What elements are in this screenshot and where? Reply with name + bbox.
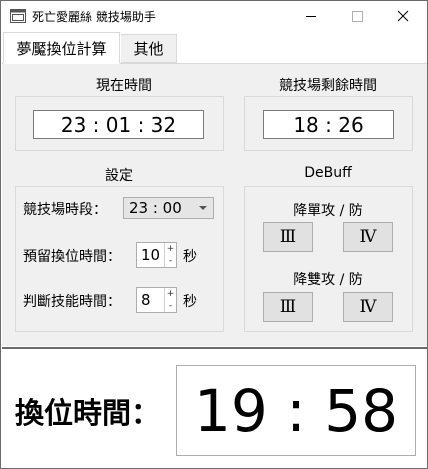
settings-label: 設定 bbox=[105, 168, 133, 184]
window-title: 死亡愛麗絲 競技場助手 bbox=[32, 10, 156, 24]
minimize-icon bbox=[306, 16, 316, 17]
tab-label: 其他 bbox=[133, 40, 164, 58]
reserve-time-label: 預留換位時間： bbox=[23, 249, 121, 265]
increment-button[interactable]: + bbox=[165, 288, 176, 300]
swap-time-label: 換位時間： bbox=[15, 396, 161, 430]
tab-label: 夢魘換位計算 bbox=[16, 39, 107, 58]
double-debuff-label: 降雙攻 / 防 bbox=[293, 272, 363, 288]
stepper-buttons: + - bbox=[164, 243, 176, 267]
single-debuff-label: 降單攻 / 防 bbox=[293, 203, 363, 219]
reserve-time-unit: 秒 bbox=[183, 249, 197, 265]
skill-time-stepper[interactable]: 8 + - bbox=[136, 287, 177, 313]
maximize-icon bbox=[352, 11, 363, 22]
chevron-down-icon bbox=[199, 206, 207, 210]
tab-swap-calculator[interactable]: 夢魘換位計算 bbox=[3, 32, 120, 64]
increment-button[interactable]: + bbox=[165, 243, 176, 255]
current-time-label: 現在時間 bbox=[96, 78, 152, 94]
decrement-button[interactable]: - bbox=[165, 255, 176, 267]
minimize-button[interactable] bbox=[288, 1, 334, 31]
skill-time-unit: 秒 bbox=[183, 294, 197, 310]
app-icon bbox=[10, 9, 26, 23]
double-debuff-3-button[interactable]: Ⅲ bbox=[263, 292, 313, 322]
app-window: 死亡愛麗絲 競技場助手 夢魘換位計算 其他 現在時間 23 : 01 : 32 bbox=[0, 0, 428, 469]
debuff-label: DeBuff bbox=[304, 165, 352, 181]
swap-time-display: 19 : 58 bbox=[176, 365, 416, 456]
single-debuff-3-button[interactable]: Ⅲ bbox=[263, 222, 313, 252]
arena-period-label: 競技場時段： bbox=[23, 202, 107, 218]
stepper-buttons: + - bbox=[164, 288, 176, 312]
title-bar: 死亡愛麗絲 競技場助手 bbox=[1, 1, 427, 31]
section-divider bbox=[2, 347, 427, 349]
arena-period-select[interactable]: 23 : 00 bbox=[123, 197, 214, 219]
arena-remaining-display: 18 : 26 bbox=[263, 110, 394, 139]
reserve-time-value: 10 bbox=[141, 246, 161, 264]
maximize-button[interactable] bbox=[334, 1, 380, 31]
single-debuff-4-button[interactable]: Ⅳ bbox=[343, 222, 393, 252]
close-button[interactable] bbox=[380, 1, 426, 31]
arena-period-value: 23 : 00 bbox=[129, 199, 182, 217]
skill-time-label: 判斷技能時間： bbox=[23, 294, 121, 310]
double-debuff-4-button[interactable]: Ⅳ bbox=[343, 292, 393, 322]
close-icon bbox=[397, 10, 409, 22]
current-time-display: 23 : 01 : 32 bbox=[33, 110, 204, 139]
skill-time-value: 8 bbox=[141, 291, 151, 309]
tab-other[interactable]: 其他 bbox=[121, 34, 177, 63]
decrement-button[interactable]: - bbox=[165, 300, 176, 312]
reserve-time-stepper[interactable]: 10 + - bbox=[136, 242, 177, 268]
arena-remaining-label: 競技場剩餘時間 bbox=[279, 78, 377, 94]
